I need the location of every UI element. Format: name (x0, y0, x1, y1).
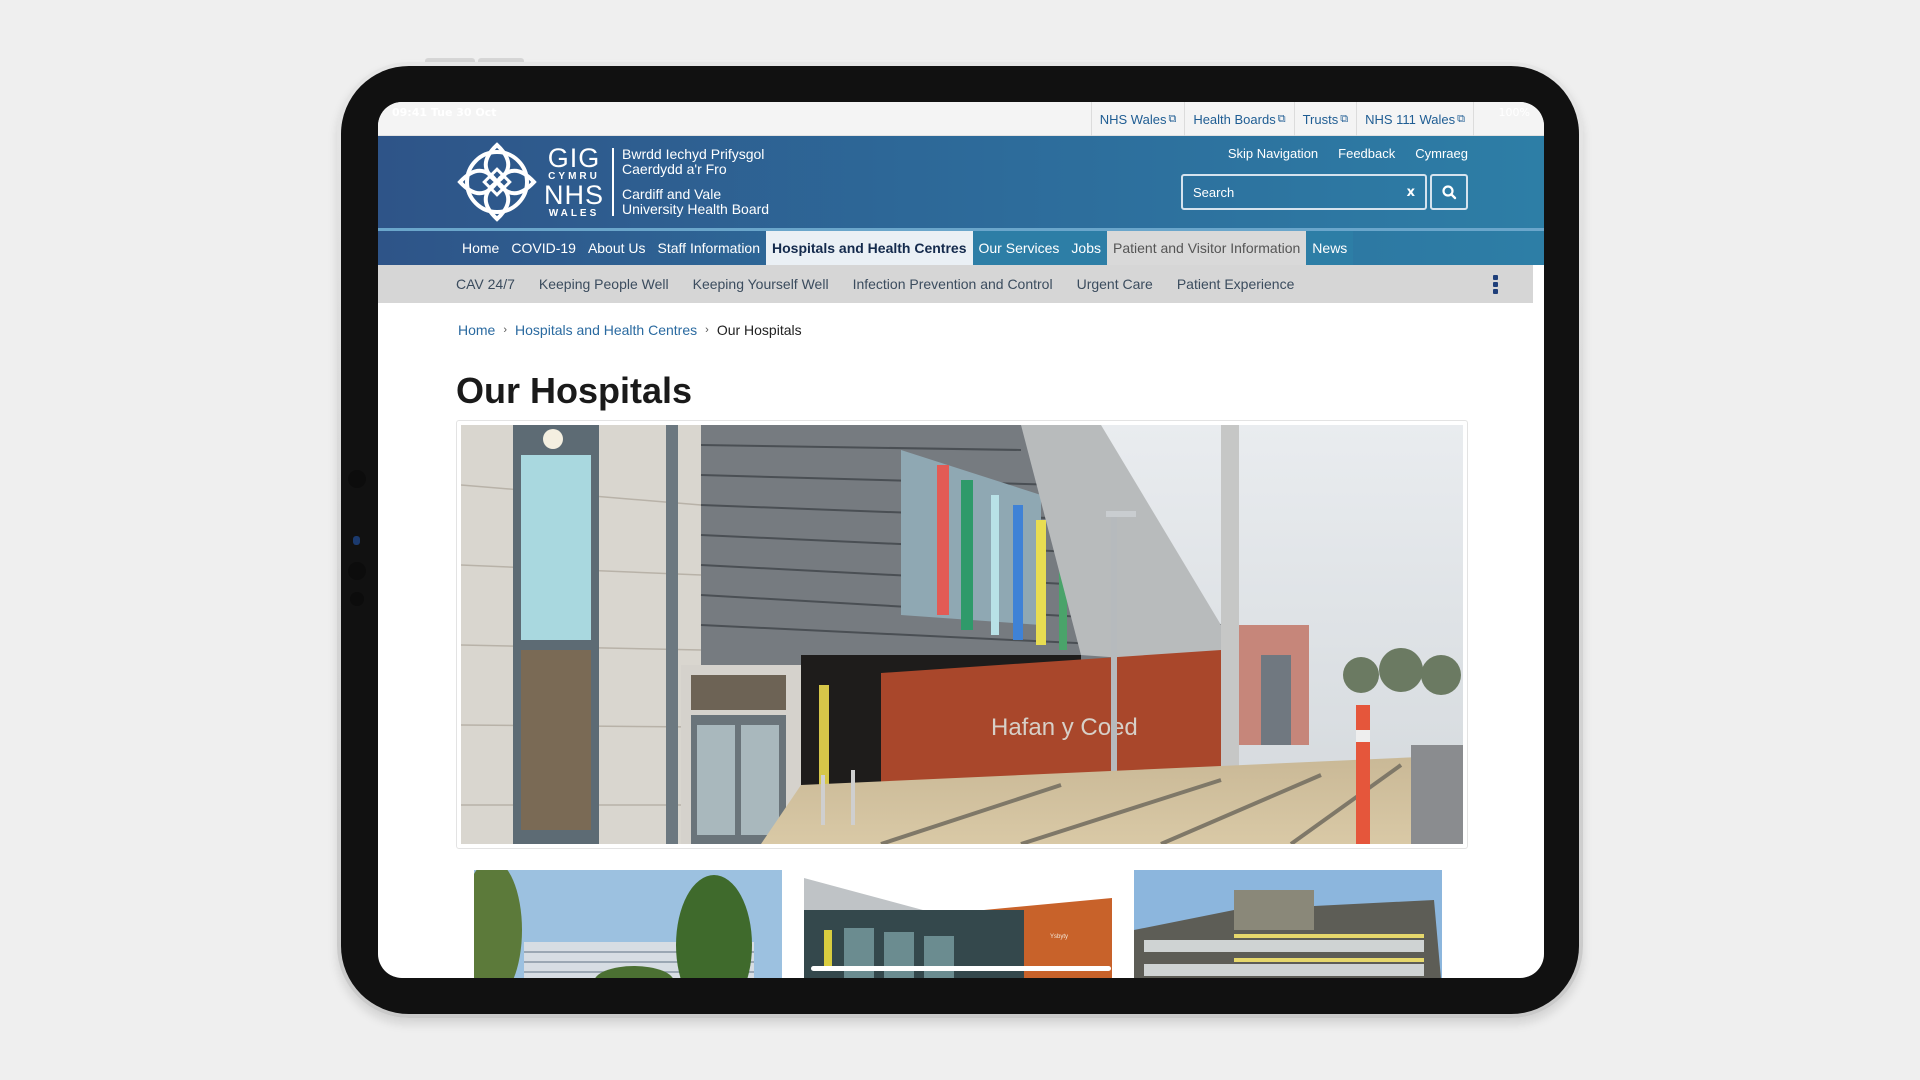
hospital-photo (474, 870, 782, 978)
nav-about-us[interactable]: About Us (582, 231, 652, 265)
secondary-nav: CAV 24/7 Keeping People Well Keeping You… (378, 265, 1533, 303)
hero-image: Hafan y Coed (461, 425, 1463, 844)
search-field: x (1181, 174, 1427, 210)
header-links: Skip Navigation Feedback Cymraeg (1228, 146, 1468, 161)
external-link-icon: ⧉ (1340, 112, 1349, 125)
svg-text:Ysbyty: Ysbyty (1050, 934, 1068, 940)
language-toggle-link[interactable]: Cymraeg (1415, 146, 1468, 161)
celtic-knot-logo-icon (457, 142, 537, 222)
hospital-thumbnail[interactable]: Ysbyty (804, 870, 1112, 978)
sensor-icon (350, 592, 364, 606)
sensor-icon (348, 470, 366, 488)
camera-icon (353, 536, 360, 545)
utility-link-health-boards[interactable]: Health Boards ⧉ (1184, 102, 1293, 136)
nav-staff-information[interactable]: Staff Information (652, 231, 766, 265)
organisation-name: Bwrdd Iechyd Prifysgol Caerdydd a'r Fro … (622, 146, 770, 217)
utility-link-nhs-wales[interactable]: NHS Wales ⧉ (1090, 102, 1185, 136)
nav-covid-19[interactable]: COVID-19 (505, 231, 582, 265)
utility-link-trusts[interactable]: Trusts ⧉ (1293, 102, 1357, 136)
breadcrumb-separator: › (705, 324, 709, 336)
stage: 09:41 Tue 30 Oct NHS Wales ⧉ Health Board… (0, 0, 1920, 1080)
browser-viewport: 09:41 Tue 30 Oct NHS Wales ⧉ Health Board… (378, 102, 1544, 978)
subnav-patient-experience[interactable]: Patient Experience (1177, 276, 1295, 292)
logo-divider (612, 148, 615, 216)
home-indicator[interactable] (811, 966, 1111, 971)
feedback-link[interactable]: Feedback (1338, 146, 1395, 161)
breadcrumb-hospitals[interactable]: Hospitals and Health Centres (515, 322, 697, 338)
search-form: x (1181, 174, 1468, 210)
hospital-photo: Ysbyty (804, 870, 1112, 978)
breadcrumb-home[interactable]: Home (458, 322, 495, 338)
search-button[interactable] (1430, 174, 1468, 210)
subnav-urgent-care[interactable]: Urgent Care (1077, 276, 1153, 292)
skip-navigation-link[interactable]: Skip Navigation (1228, 146, 1318, 161)
breadcrumb-current: Our Hospitals (716, 322, 802, 338)
external-link-icon: ⧉ (1277, 112, 1286, 125)
hospital-photo (1134, 870, 1442, 978)
subnav-cav-24-7[interactable]: CAV 24/7 (456, 276, 515, 292)
kebab-menu-icon[interactable] (1493, 275, 1499, 294)
search-icon (1442, 185, 1457, 200)
sensor-icon (348, 562, 366, 580)
site-logo[interactable]: GIG CYMRU NHS WALES Bwrdd Iechyd Prifysg… (456, 141, 769, 223)
clear-search-button[interactable]: x (1407, 185, 1415, 200)
subnav-keeping-yourself-well[interactable]: Keeping Yourself Well (693, 276, 829, 292)
subnav-infection-prevention[interactable]: Infection Prevention and Control (853, 276, 1053, 292)
search-input[interactable] (1193, 184, 1393, 200)
breadcrumb-separator: › (503, 324, 508, 336)
utility-bar: 09:41 Tue 30 Oct NHS Wales ⧉ Health Board… (378, 102, 1544, 136)
utility-links: NHS Wales ⧉ Health Boards ⧉ Trusts ⧉ NHS 11… (1090, 102, 1474, 136)
hospital-thumbnail[interactable] (1134, 870, 1442, 978)
nav-patient-and-visitor-information[interactable]: Patient and Visitor Information (1107, 231, 1307, 265)
subnav-keeping-people-well[interactable]: Keeping People Well (539, 276, 669, 292)
nav-hospitals-and-health-centres[interactable]: Hospitals and Health Centres (766, 231, 973, 265)
utility-link-nhs-111-wales[interactable]: NHS 111 Wales ⧉ (1356, 102, 1474, 136)
external-link-icon: ⧉ (1457, 112, 1465, 125)
page-title: Our Hospitals (456, 370, 693, 411)
primary-nav: Home COVID-19 About Us Staff Information… (378, 228, 1544, 265)
nav-jobs[interactable]: Jobs (1065, 231, 1107, 265)
nav-news[interactable]: News (1306, 231, 1354, 265)
hero-image-frame: Hafan y Coed (456, 420, 1468, 849)
external-link-icon: ⧉ (1168, 112, 1177, 125)
battery-indicator: 100% (1498, 106, 1530, 119)
hospital-building-photo: Hafan y Coed (461, 425, 1463, 844)
hospital-thumbnails: Ysbyty (474, 870, 1442, 978)
status-time: 09:41 Tue 30 Oct (392, 106, 497, 119)
site-header: GIG CYMRU NHS WALES Bwrdd Iechyd Prifysg… (378, 136, 1544, 228)
hospital-thumbnail[interactable] (474, 870, 782, 978)
nav-our-services[interactable]: Our Services (972, 231, 1066, 265)
nav-home[interactable]: Home (456, 231, 505, 265)
logo-wordmark: GIG CYMRU NHS WALES (544, 143, 605, 219)
breadcrumb: Home › Hospitals and Health Centres › Ou… (458, 322, 802, 338)
